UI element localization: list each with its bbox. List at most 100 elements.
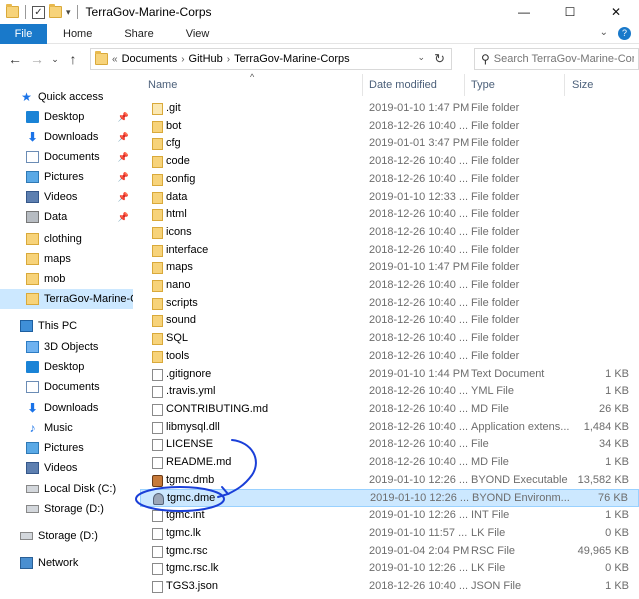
file-row[interactable]: .gitignore 2019-01-10 1:44 PM Text Documen…: [140, 366, 639, 384]
file-row[interactable]: .git 2019-01-10 1:47 PM File folder: [140, 100, 639, 118]
file-row[interactable]: bot 2018-12-26 10:40 ... File folder: [140, 118, 639, 136]
column-header-date[interactable]: Date modified: [369, 74, 464, 96]
column-divider[interactable]: [464, 74, 465, 96]
nav-item-pictures[interactable]: Pictures 📌: [26, 167, 133, 187]
back-arrow-icon[interactable]: ←: [4, 51, 26, 67]
nav-item-storage-d[interactable]: Storage (D:): [26, 499, 104, 519]
file-date: 2019-01-10 12:26 ...: [370, 492, 470, 505]
file-row[interactable]: LICENSE 2018-12-26 10:40 ... File 34 KB: [140, 436, 639, 454]
nav-item-terragov[interactable]: TerraGov-Marine-C: [0, 289, 133, 309]
nav-item-videos[interactable]: Videos 📌: [26, 187, 133, 207]
file-date: 2018-12-26 10:40 ...: [369, 279, 469, 291]
file-date: 2019-01-10 12:33 ...: [369, 190, 469, 203]
file-row[interactable]: TGS3.json 2018-12-26 10:40 ... JSON File 1 …: [140, 578, 639, 596]
file-row[interactable]: libmysql.dll 2018-12-26 10:40 ... Applicat…: [140, 419, 639, 437]
file-row[interactable]: scripts 2018-12-26 10:40 ... File folder: [140, 295, 639, 313]
new-folder-icon[interactable]: [49, 4, 62, 18]
nav-item-documents[interactable]: Documents 📌: [26, 147, 133, 167]
folder-icon: [152, 244, 163, 257]
nav-item-mob[interactable]: mob: [26, 269, 65, 289]
nav-item-maps[interactable]: maps: [26, 249, 71, 269]
file-size: 1 KB: [605, 367, 629, 380]
nav-item-desktop[interactable]: Desktop 📌: [26, 107, 133, 127]
file-row[interactable]: sound 2018-12-26 10:40 ... File folder: [140, 312, 639, 330]
nav-item-network[interactable]: Network: [20, 553, 78, 573]
help-icon[interactable]: ?: [618, 27, 631, 40]
nav-item-downloads[interactable]: ⬇ Downloads 📌: [26, 127, 133, 147]
file-row[interactable]: CONTRIBUTING.md 2018-12-26 10:40 ... MD Fi…: [140, 401, 639, 419]
column-divider[interactable]: [362, 74, 363, 96]
nav-item-clothing[interactable]: clothing: [26, 229, 82, 249]
file-row[interactable]: config 2018-12-26 10:40 ... File folder: [140, 171, 639, 189]
breadcrumb-github[interactable]: GitHub: [189, 53, 223, 65]
nav-item-pc-desktop[interactable]: Desktop: [26, 357, 84, 377]
pin-icon[interactable]: 📌: [118, 132, 129, 143]
pin-icon[interactable]: 📌: [118, 192, 129, 203]
nav-label: Desktop: [44, 111, 85, 123]
file-row[interactable]: tools 2018-12-26 10:40 ... File folder: [140, 348, 639, 366]
tab-home[interactable]: Home: [47, 24, 108, 44]
file-row[interactable]: data 2019-01-10 12:33 ... File folder: [140, 189, 639, 207]
file-row[interactable]: nano 2018-12-26 10:40 ... File folder: [140, 277, 639, 295]
nav-item-pc-videos[interactable]: Videos: [26, 458, 77, 478]
file-type: BYOND Executable: [471, 473, 568, 486]
file-row[interactable]: tgmc.rsc 2019-01-04 2:04 PM RSC File 49,965…: [140, 543, 639, 561]
quick-access[interactable]: ★ Quick access: [20, 87, 103, 107]
file-row[interactable]: tgmc.rsc.lk 2019-01-10 12:26 ... LK File 0 …: [140, 560, 639, 578]
file-row[interactable]: tgmc.lk 2019-01-10 11:57 ... LK File 0 KB: [140, 525, 639, 543]
tab-view[interactable]: View: [170, 24, 226, 44]
forward-arrow-icon[interactable]: →: [26, 51, 48, 67]
file-row[interactable]: README.md 2018-12-26 10:40 ... MD File 1 KB: [140, 454, 639, 472]
close-button[interactable]: ✕: [593, 0, 639, 24]
breadcrumb-terragov[interactable]: TerraGov-Marine-Corps: [234, 53, 350, 65]
pin-icon[interactable]: 📌: [118, 172, 129, 183]
address-overflow[interactable]: «: [112, 54, 118, 65]
file-row[interactable]: icons 2018-12-26 10:40 ... File folder: [140, 224, 639, 242]
pin-icon[interactable]: 📌: [118, 152, 129, 163]
nav-item-pc-pictures[interactable]: Pictures: [26, 438, 84, 458]
minimize-button[interactable]: —: [501, 0, 547, 24]
column-header-type[interactable]: Type: [471, 74, 561, 96]
file-row[interactable]: SQL 2018-12-26 10:40 ... File folder: [140, 330, 639, 348]
pin-icon[interactable]: 📌: [118, 112, 129, 123]
file-row[interactable]: maps 2019-01-10 1:47 PM File folder: [140, 259, 639, 277]
refresh-icon[interactable]: ↻: [434, 51, 445, 67]
nav-item-storage[interactable]: Storage (D:): [20, 526, 98, 546]
breadcrumb-documents[interactable]: Documents: [122, 53, 178, 65]
file-row[interactable]: cfg 2019-01-01 3:47 PM File folder: [140, 135, 639, 153]
pin-icon[interactable]: 📌: [118, 212, 129, 223]
nav-item-3d-objects[interactable]: 3D Objects: [26, 337, 98, 357]
nav-item-local-disk[interactable]: Local Disk (C:): [26, 479, 116, 499]
file-row[interactable]: tgmc.dmb 2019-01-10 12:26 ... BYOND Execut…: [140, 472, 639, 490]
nav-item-music[interactable]: ♪ Music: [26, 418, 73, 438]
up-arrow-icon[interactable]: ↑: [62, 51, 84, 67]
file-row[interactable]: .travis.yml 2018-12-26 10:40 ... YML File 1…: [140, 383, 639, 401]
search-input[interactable]: [493, 53, 634, 65]
recent-locations-icon[interactable]: ⌄: [48, 54, 62, 65]
column-header-size[interactable]: Size: [572, 74, 632, 96]
address-bar[interactable]: « Documents › GitHub › TerraGov-Marine-C…: [90, 48, 452, 70]
search-box[interactable]: ⚲: [474, 48, 639, 70]
file-type: MD File: [471, 456, 509, 468]
file-row[interactable]: interface 2018-12-26 10:40 ... File folder: [140, 242, 639, 260]
nav-item-data[interactable]: Data 📌: [26, 207, 133, 227]
nav-item-pc-downloads[interactable]: ⬇ Downloads: [26, 398, 98, 418]
file-row[interactable]: tgmc.int 2019-01-10 12:26 ... INT File 1 KB: [140, 507, 639, 525]
nav-label: Downloads: [44, 402, 99, 414]
column-header-name[interactable]: Name: [148, 74, 358, 96]
file-row[interactable]: tgmc.dme 2019-01-10 12:26 ... BYOND Enviro…: [140, 489, 639, 508]
column-divider[interactable]: [564, 74, 565, 96]
nav-item-pc-documents[interactable]: Documents: [26, 377, 100, 397]
chevron-down-icon[interactable]: ⌄: [417, 52, 425, 63]
nav-item-this-pc[interactable]: This PC: [20, 316, 77, 336]
file-row[interactable]: html 2018-12-26 10:40 ... File folder: [140, 206, 639, 224]
tab-file[interactable]: File: [0, 24, 47, 44]
tab-share[interactable]: Share: [108, 24, 169, 44]
properties-icon[interactable]: ✓: [32, 5, 45, 19]
file-row[interactable]: code 2018-12-26 10:40 ... File folder: [140, 153, 639, 171]
download-icon: ⬇: [27, 401, 38, 415]
expand-ribbon-icon[interactable]: ⌄: [600, 27, 608, 40]
customize-toolbar-icon[interactable]: ▾: [66, 7, 71, 18]
search-icon: ⚲: [481, 52, 490, 66]
maximize-button[interactable]: ☐: [547, 0, 593, 24]
